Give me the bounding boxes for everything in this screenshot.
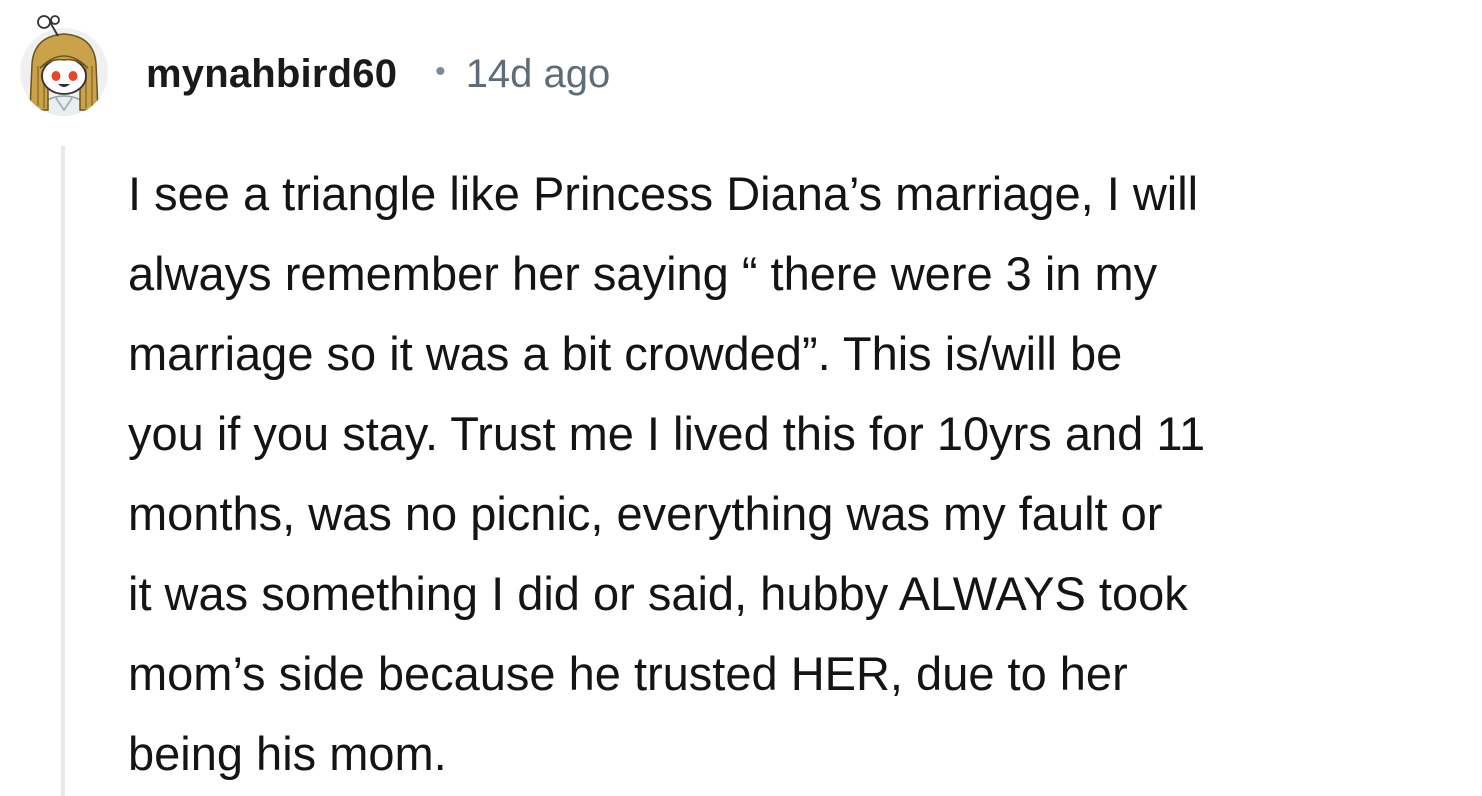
comment-body-line: marriage so it was a bit crowded”. This … xyxy=(128,327,1123,380)
comment-body-line: it was something I did or said, hubby AL… xyxy=(128,567,1188,620)
comment-body-line: months, was no picnic, everything was my… xyxy=(128,487,1163,540)
thread-line[interactable] xyxy=(61,146,65,796)
comment-body-line: being his mom. xyxy=(128,727,447,780)
comment-header: mynahbird60 • 14d ago xyxy=(146,48,610,100)
comment-body-line: you if you stay. Trust me I lived this f… xyxy=(128,407,1206,460)
separator-dot: • xyxy=(435,55,446,88)
comment-body-line: I see a triangle like Princess Diana’s m… xyxy=(128,167,1199,220)
snoo-avatar-icon xyxy=(20,15,108,116)
comment-body-line: mom’s side because he trusted HER, due t… xyxy=(128,647,1128,700)
username-link[interactable]: mynahbird60 xyxy=(146,52,397,97)
comment: mynahbird60 • 14d ago I see a triangle l… xyxy=(0,0,1482,796)
comment-body: I see a triangle like Princess Diana’s m… xyxy=(128,154,1468,794)
avatar[interactable] xyxy=(18,14,110,118)
comment-body-line: always remember her saying “ there were … xyxy=(128,247,1158,300)
timestamp[interactable]: 14d ago xyxy=(466,52,611,97)
